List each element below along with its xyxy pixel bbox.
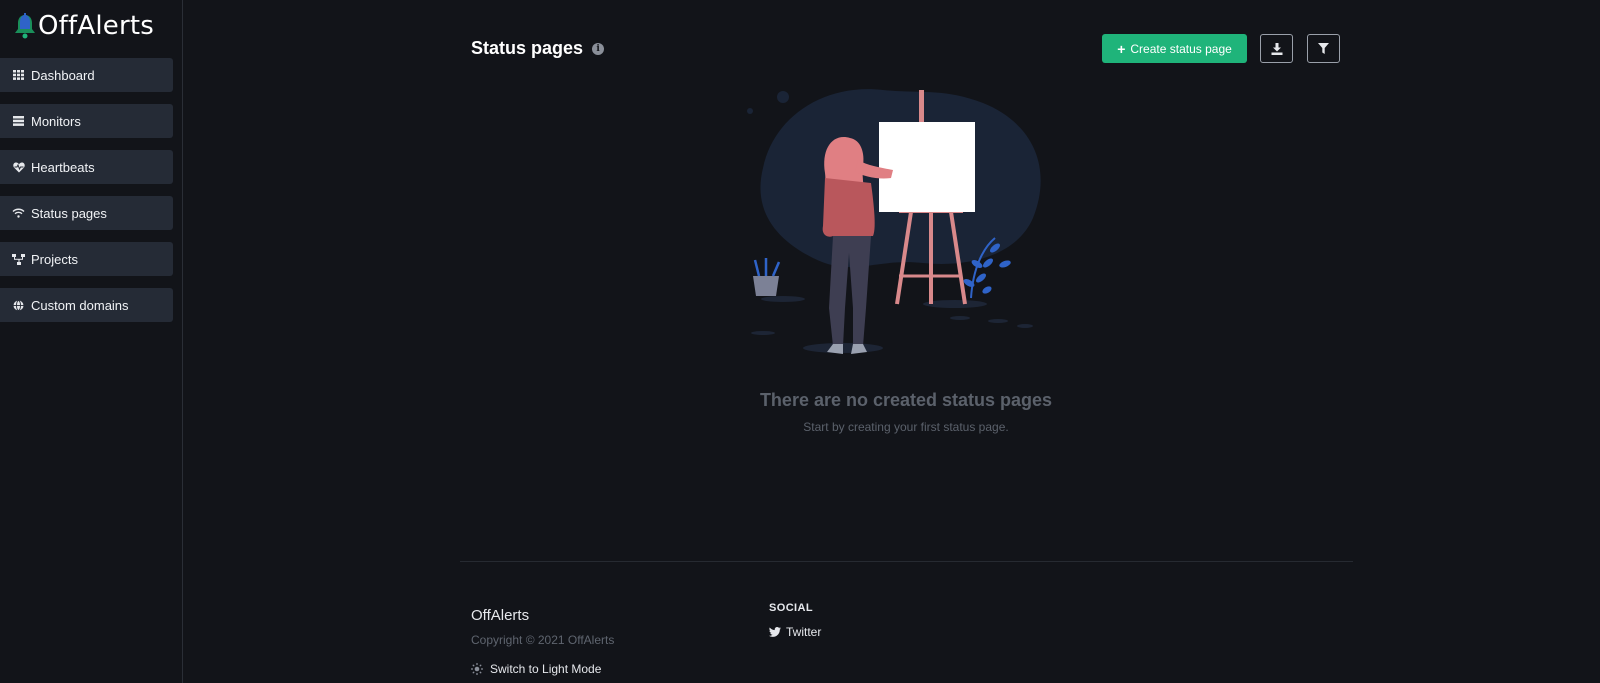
- footer-copyright: Copyright © 2021 OffAlerts: [471, 633, 615, 647]
- wifi-icon: [12, 207, 25, 220]
- sidebar-item-label: Dashboard: [31, 67, 95, 83]
- sidebar-item-status-pages[interactable]: Status pages: [0, 196, 173, 230]
- grid-icon: [12, 69, 25, 82]
- sun-icon: [471, 663, 483, 675]
- twitter-icon: [769, 627, 781, 637]
- download-icon: [1271, 42, 1282, 55]
- empty-state-title: There are no created status pages: [759, 390, 1053, 410]
- plus-icon: +: [1117, 40, 1126, 57]
- main-content: Status pages i + Create status page Ther…: [460, 0, 1353, 683]
- sitemap-icon: [12, 253, 25, 266]
- download-button[interactable]: [1260, 34, 1293, 63]
- sidebar-item-heartbeats[interactable]: Heartbeats: [0, 150, 173, 184]
- sidebar-item-label: Projects: [31, 251, 78, 267]
- empty-state-subtitle: Start by creating your first status page…: [803, 420, 1009, 434]
- light-mode-label: Switch to Light Mode: [490, 662, 602, 676]
- sidebar-item-projects[interactable]: Projects: [0, 242, 173, 276]
- heartbeat-icon: [12, 161, 25, 174]
- sidebar-item-label: Heartbeats: [31, 159, 95, 175]
- app-logo[interactable]: OffAlerts: [14, 10, 154, 42]
- social-heading: SOCIAL: [769, 602, 813, 614]
- twitter-label: Twitter: [786, 625, 822, 639]
- logo-text: OffAlerts: [38, 11, 155, 41]
- sidebar-item-dashboard[interactable]: Dashboard: [0, 58, 173, 92]
- empty-state-illustration: [747, 89, 1041, 354]
- sidebar-item-monitors[interactable]: Monitors: [0, 104, 173, 138]
- page-title-text: Status pages: [471, 38, 584, 58]
- twitter-link[interactable]: Twitter: [769, 625, 821, 639]
- globe-icon: [12, 299, 25, 312]
- sidebar-item-label: Status pages: [31, 205, 107, 221]
- list-icon: [12, 115, 25, 128]
- light-mode-toggle[interactable]: Switch to Light Mode: [471, 662, 601, 676]
- sidebar-item-custom-domains[interactable]: Custom domains: [0, 288, 173, 322]
- info-icon[interactable]: i: [592, 42, 605, 55]
- bell-logo-icon: [15, 13, 35, 39]
- page-title: Status pages i: [471, 38, 605, 59]
- footer-brand: OffAlerts: [471, 607, 530, 624]
- footer-divider: [460, 561, 1353, 562]
- sidebar-item-label: Monitors: [31, 113, 81, 129]
- sidebar-item-label: Custom domains: [31, 297, 129, 313]
- create-status-page-label: Create status page: [1130, 41, 1232, 56]
- sidebar: OffAlerts Dashboard Monitors Heartbeats …: [0, 0, 183, 683]
- filter-icon: [1318, 42, 1329, 54]
- filter-button[interactable]: [1307, 34, 1340, 63]
- create-status-page-button[interactable]: + Create status page: [1102, 34, 1247, 63]
- sidebar-nav: Dashboard Monitors Heartbeats Status pag…: [0, 58, 173, 334]
